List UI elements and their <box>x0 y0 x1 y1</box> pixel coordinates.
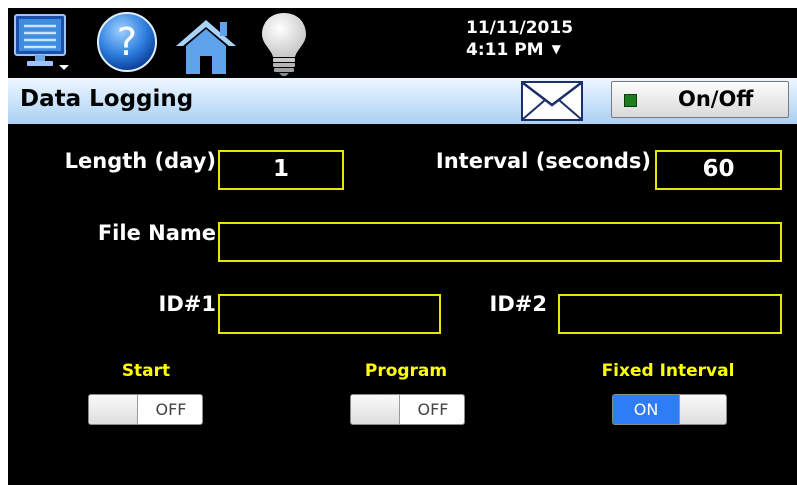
toggle-knob <box>351 395 400 424</box>
help-icon[interactable]: ? <box>96 11 158 73</box>
interval-field[interactable]: 60 <box>655 150 782 190</box>
toggle-knob <box>679 395 726 424</box>
program-label: Program <box>364 361 448 381</box>
time-label: 4:11 PM <box>466 40 544 60</box>
start-label: Start <box>121 361 171 381</box>
fixed-interval-label: Fixed Interval <box>601 361 735 381</box>
file-name-label: File Name <box>97 221 216 245</box>
dropdown-arrow-icon[interactable]: ▼ <box>552 42 561 56</box>
start-toggle[interactable]: OFF <box>88 394 203 425</box>
time-display[interactable]: 4:11 PM ▼ <box>466 40 561 60</box>
length-field[interactable]: 1 <box>218 150 344 190</box>
id2-field[interactable] <box>558 294 782 334</box>
date-display: 11/11/2015 <box>466 18 574 38</box>
on-off-label: On/Off <box>678 87 754 111</box>
toggle-state: ON <box>613 395 679 424</box>
title-bar: Data Logging On/Off <box>8 78 797 124</box>
file-name-field[interactable] <box>218 222 782 262</box>
toggle-state: OFF <box>417 400 449 419</box>
menu-icon[interactable] <box>13 13 71 71</box>
envelope-icon[interactable] <box>521 81 583 121</box>
toggle-knob <box>89 395 138 424</box>
on-off-button[interactable]: On/Off <box>611 81 789 118</box>
toggle-state: OFF <box>155 400 187 419</box>
id2-label: ID#2 <box>489 292 547 316</box>
page-title: Data Logging <box>20 86 194 112</box>
interval-label: Interval (seconds) <box>435 149 651 173</box>
status-led-icon <box>624 94 637 107</box>
screen: ? 11/11/2015 4:11 PM ▼ Data Logging On/O… <box>8 8 797 485</box>
length-label: Length (day) <box>64 149 216 173</box>
program-toggle[interactable]: OFF <box>350 394 465 425</box>
id1-field[interactable] <box>218 294 441 334</box>
svg-text:?: ? <box>117 20 137 64</box>
home-icon[interactable] <box>172 16 240 76</box>
id1-label: ID#1 <box>158 292 216 316</box>
lightbulb-icon[interactable] <box>258 11 310 77</box>
fixed-interval-toggle[interactable]: ON <box>612 394 727 425</box>
